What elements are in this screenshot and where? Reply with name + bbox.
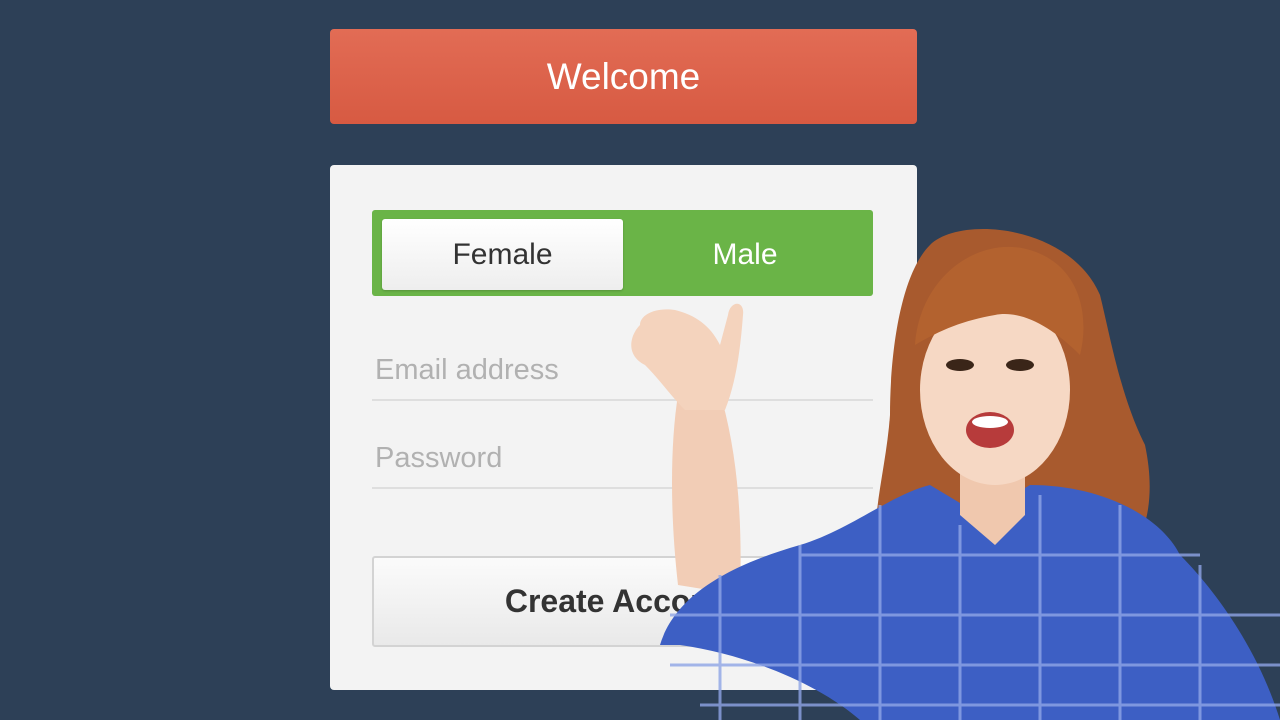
right-eye [1006, 359, 1034, 371]
waving-hand [631, 303, 744, 410]
raised-arm [672, 395, 741, 595]
left-eye [946, 359, 974, 371]
teeth [972, 416, 1008, 428]
welcome-banner: Welcome [330, 29, 917, 124]
gender-option-female[interactable]: Female [382, 219, 623, 290]
waving-woman-photo [631, 229, 1280, 720]
page: Welcome Female Male Create Account [0, 0, 1280, 720]
